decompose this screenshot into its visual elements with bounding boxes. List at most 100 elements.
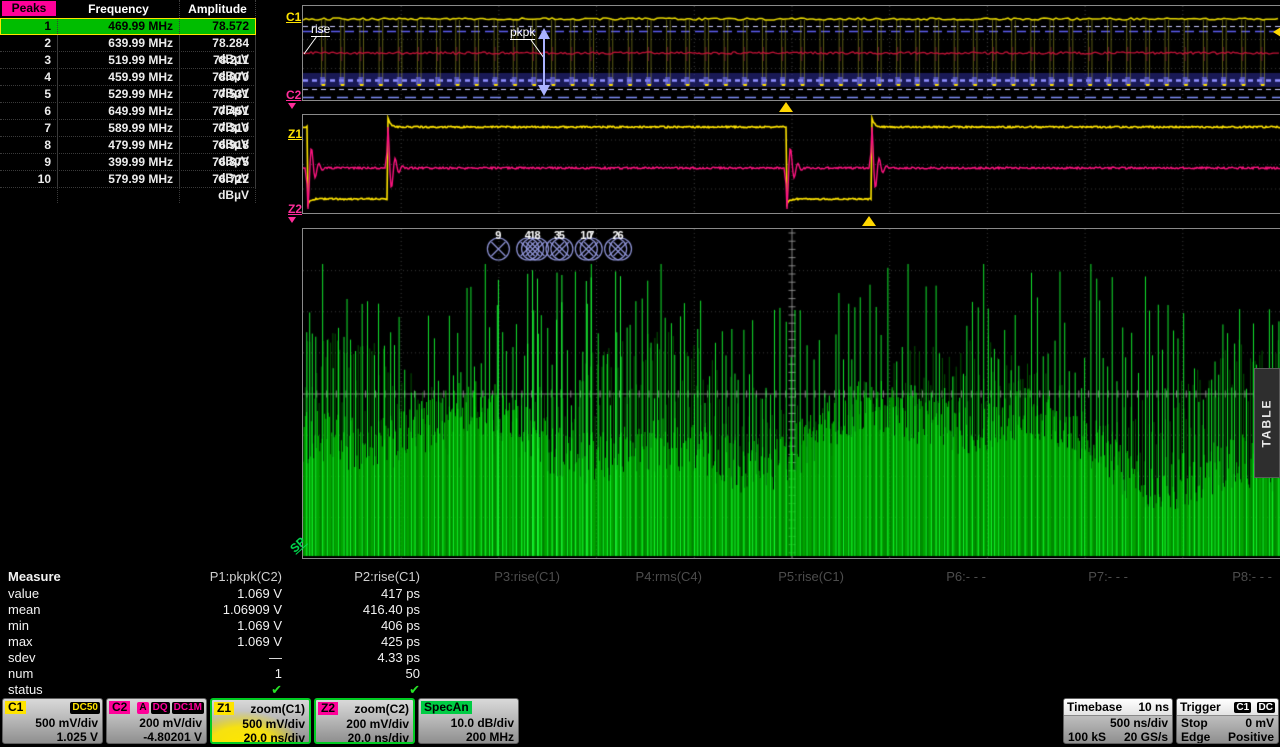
- descriptor-box-c2[interactable]: C2ADQDC1M200 mV/div-4.80201 V: [106, 698, 207, 744]
- peaks-table-row[interactable]: 4459.99 MHz78.070 dBµV: [0, 69, 256, 86]
- descriptor-bar: C1DC50500 mV/div1.025 VC2ADQDC1M200 mV/d…: [0, 698, 1060, 745]
- trigger-mode: Stop: [1181, 716, 1208, 730]
- measure-value: [568, 666, 710, 682]
- measure-row: min1.069 V406 ps: [0, 618, 1280, 634]
- measure-column-header[interactable]: P1:pkpk(C2): [60, 568, 290, 586]
- peaks-header-amplitude: Amplitude: [180, 0, 256, 18]
- c2-offset-arrow-icon: [288, 103, 296, 109]
- peaks-table-row[interactable]: 7589.99 MHz77.310 dBµV: [0, 120, 256, 137]
- measure-status-check: ✔: [60, 682, 290, 698]
- channel-chip-z2: Z2: [318, 702, 338, 715]
- descriptor-scale: 10.0 dB/div: [419, 716, 518, 730]
- measure-value: [994, 618, 1136, 634]
- measure-column-header[interactable]: P4:rms(C4): [568, 568, 710, 586]
- measure-value: [994, 634, 1136, 650]
- graticule-zoom: [302, 114, 1280, 214]
- measure-value: 406 ps: [290, 618, 428, 634]
- measure-column-header[interactable]: P2:rise(C1): [290, 568, 428, 586]
- graticule-main: rise pkpk: [302, 5, 1280, 101]
- measure-value: [1136, 650, 1280, 666]
- table-tab-label: TABLE: [1260, 398, 1274, 447]
- peaks-table-row[interactable]: 2639.99 MHz78.284 dBµV: [0, 35, 256, 52]
- trigger-position-marker-zoom[interactable]: [862, 216, 876, 226]
- peaks-table-row[interactable]: 6649.99 MHz77.451 dBµV: [0, 103, 256, 120]
- measure-value: [710, 634, 852, 650]
- measure-value: 1: [60, 666, 290, 682]
- trigger-source-badge: C1: [1234, 702, 1251, 713]
- peaks-table-row[interactable]: 9399.99 MHz76.875 dBµV: [0, 154, 256, 171]
- peaks-table: Peaks Frequency Amplitude 1469.99 MHz78.…: [0, 0, 256, 188]
- measure-column-header[interactable]: P7:- - -: [994, 568, 1136, 586]
- peaks-table-row[interactable]: 5529.99 MHz77.531 dBµV: [0, 86, 256, 103]
- timebase-samplerate: 20 GS/s: [1124, 730, 1168, 744]
- measure-row-label: num: [0, 666, 60, 682]
- measure-value: [852, 682, 994, 698]
- measure-row-label: mean: [0, 602, 60, 618]
- timebase-samples: 100 kS: [1068, 730, 1106, 744]
- measure-value: [852, 650, 994, 666]
- descriptor-scale: 200 mV/div: [107, 716, 206, 730]
- measure-value: [710, 618, 852, 634]
- trigger-level-arrow[interactable]: [1273, 27, 1280, 37]
- measure-value: [428, 602, 568, 618]
- peaks-table-row[interactable]: 10579.99 MHz76.722 dBµV: [0, 171, 256, 188]
- descriptor-offset: 20.0 ns/div: [316, 731, 413, 744]
- measure-value: [994, 682, 1136, 698]
- measure-row: mean1.06909 V416.40 ps: [0, 602, 1280, 618]
- timebase-scale: 500 ns/div: [1110, 716, 1168, 730]
- descriptor-box-z2[interactable]: Z2zoom(C2)200 mV/div20.0 ns/div: [314, 698, 415, 744]
- descriptor-box-c1[interactable]: C1DC50500 mV/div1.025 V: [2, 698, 103, 744]
- measure-value: [568, 650, 710, 666]
- peaks-table-row[interactable]: 1469.99 MHz78.572 dBµV: [0, 18, 256, 35]
- measure-row: value1.069 V417 ps: [0, 586, 1280, 602]
- measure-value: [710, 666, 852, 682]
- descriptor-offset: 200 MHz: [419, 730, 518, 744]
- trigger-slope: Positive: [1228, 730, 1274, 744]
- trigger-position-marker-main[interactable]: [779, 102, 793, 112]
- measure-value: 4.33 ps: [290, 650, 428, 666]
- channel-chip-specan: SpecAn: [421, 701, 472, 714]
- measure-value: [1136, 666, 1280, 682]
- measure-row: num150: [0, 666, 1280, 682]
- oscilloscope-screen: Peaks Frequency Amplitude 1469.99 MHz78.…: [0, 0, 1280, 747]
- measure-value: [852, 666, 994, 682]
- peaks-table-row[interactable]: 3519.99 MHz78.211 dBµV: [0, 52, 256, 69]
- channel-chip-z1: Z1: [214, 702, 234, 715]
- measure-value: 425 ps: [290, 634, 428, 650]
- measure-value: [710, 682, 852, 698]
- measure-column-header[interactable]: P5:rise(C1): [710, 568, 852, 586]
- z2-trace-label: Z2: [288, 202, 302, 216]
- measure-value: 1.069 V: [60, 634, 290, 650]
- c1-trace-label: C1: [286, 10, 301, 24]
- measure-status-check: ✔: [290, 682, 428, 698]
- measure-row-label: max: [0, 634, 60, 650]
- measure-value: [710, 586, 852, 602]
- peaks-header-chip[interactable]: Peaks: [2, 1, 56, 16]
- peaks-table-row[interactable]: 8479.99 MHz76.918 dBµV: [0, 137, 256, 154]
- measure-title: Measure: [0, 568, 60, 586]
- measure-value: 416.40 ps: [290, 602, 428, 618]
- measure-value: —: [60, 650, 290, 666]
- measure-column-header[interactable]: P6:- - -: [852, 568, 994, 586]
- table-tab[interactable]: TABLE: [1254, 368, 1280, 478]
- peaks-table-header: Peaks Frequency Amplitude: [0, 0, 256, 18]
- measure-value: [994, 650, 1136, 666]
- measure-value: 50: [290, 666, 428, 682]
- measure-table: MeasureP1:pkpk(C2)P2:rise(C1)P3:rise(C1)…: [0, 568, 1280, 698]
- measure-value: [428, 618, 568, 634]
- descriptor-box-specan[interactable]: SpecAn 10.0 dB/div200 MHz: [418, 698, 519, 744]
- measure-row: max1.069 V425 ps: [0, 634, 1280, 650]
- measure-value: [994, 586, 1136, 602]
- timebase-box[interactable]: Timebase 10 ns 500 ns/div 100 kS 20 GS/s: [1063, 698, 1173, 744]
- rise-annotation: rise: [311, 23, 330, 37]
- trigger-box[interactable]: Trigger C1 DC Stop 0 mV Edge Positive: [1176, 698, 1279, 744]
- descriptor-box-z1[interactable]: Z1zoom(C1)500 mV/div20.0 ns/div: [210, 698, 311, 744]
- measure-value: [852, 602, 994, 618]
- measure-column-header[interactable]: P8:- - -: [1136, 568, 1280, 586]
- descriptor-offset: 1.025 V: [3, 730, 102, 744]
- descriptor-scale: 500 mV/div: [212, 717, 309, 731]
- peaks-header-frequency: Frequency: [58, 0, 180, 18]
- measure-value: [1136, 634, 1280, 650]
- trigger-label: Trigger: [1180, 699, 1221, 715]
- measure-column-header[interactable]: P3:rise(C1): [428, 568, 568, 586]
